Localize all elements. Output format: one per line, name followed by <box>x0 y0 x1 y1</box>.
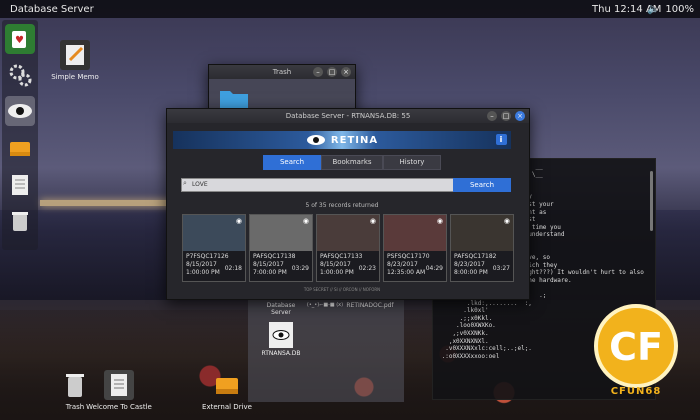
result-duration: 04:29 <box>425 265 443 272</box>
result-time: 12:35:00 AM <box>387 269 426 276</box>
desktop-icon-label: Trash <box>65 403 85 411</box>
search-button[interactable]: Search <box>453 178 511 192</box>
view-icon[interactable]: ◉ <box>370 217 376 225</box>
settings-gears-icon[interactable] <box>5 60 35 90</box>
svg-text:CF: CF <box>609 325 663 369</box>
battery-level: 100% <box>665 3 694 15</box>
document-icon <box>104 370 134 400</box>
view-icon[interactable]: ◉ <box>437 217 443 225</box>
external-drive-icon <box>212 370 242 400</box>
eye-icon[interactable] <box>5 96 35 126</box>
result-duration: 02:18 <box>224 265 242 272</box>
result-card[interactable]: ◉ PSFSQC17170 8/23/2017 12:35:00 AM 04:29 <box>383 214 447 282</box>
desktop-icon-label: Welcome To Castle <box>86 403 152 411</box>
result-time: 8:00:00 PM <box>454 269 488 276</box>
minimize-icon[interactable]: – <box>487 111 497 121</box>
classification-footer: TOP SECRET // SI // ORCON // NOFORN <box>303 287 381 292</box>
result-id: PAFSQC17182 <box>454 253 497 260</box>
window-title: Trash <box>272 68 292 76</box>
notes-icon[interactable] <box>5 170 35 200</box>
search-input[interactable]: LOVE <box>181 178 457 192</box>
eye-logo-icon <box>306 135 325 145</box>
result-date: 8/15/2017 <box>253 261 284 268</box>
retina-window[interactable]: Database Server - RTNANSA.DB: 55 – □ × RET… <box>166 108 530 300</box>
tab-bar: Search Bookmarks History <box>263 155 441 170</box>
result-duration: 03:27 <box>492 265 510 272</box>
search-icon: ⌕ <box>183 179 187 187</box>
drive-icon[interactable] <box>5 134 35 164</box>
close-icon[interactable]: × <box>341 67 351 77</box>
result-date: 8/15/2017 <box>186 261 217 268</box>
result-duration: 02:23 <box>358 265 376 272</box>
maximize-icon[interactable]: □ <box>327 67 337 77</box>
result-date: 8/15/2017 <box>320 261 351 268</box>
trash-icon[interactable] <box>5 206 35 236</box>
view-icon[interactable]: ◉ <box>303 217 309 225</box>
window-title: Database Server - RTNANSA.DB: 55 <box>285 112 411 120</box>
result-card[interactable]: ◉ PAFSQC17138 8/15/2017 7:00:00 PM 03:29 <box>249 214 313 282</box>
result-id: PSFSQC17170 <box>387 253 430 260</box>
view-icon[interactable]: ◉ <box>504 217 510 225</box>
desktop-icon-label: External Drive <box>202 403 252 411</box>
view-icon[interactable]: ◉ <box>236 217 242 225</box>
watermark-logo: CF CFUN68 <box>582 300 690 400</box>
top-bar: Database Server Thu 12:14 AM 🔈 100% <box>0 0 700 18</box>
desktop-icon-simple-memo[interactable]: Simple Memo <box>40 40 110 81</box>
result-duration: 03:29 <box>291 265 309 272</box>
result-card[interactable]: ◉ PAFSQC17133 8/15/2017 1:00:00 PM 02:23 <box>316 214 380 282</box>
brand-name: RETINA <box>330 134 379 146</box>
active-app-name[interactable]: Database Server <box>10 4 94 15</box>
trash-window-titlebar[interactable]: Trash – □ × <box>209 65 355 79</box>
terminal-scrollbar[interactable] <box>650 171 653 231</box>
tab-history[interactable]: History <box>383 155 441 170</box>
logo-text: CFUN68 <box>610 386 662 397</box>
volume-icon: 🔈 <box>646 3 660 15</box>
file-item[interactable]: RTNANSA.DB <box>256 322 306 357</box>
minimize-icon[interactable]: – <box>313 67 323 77</box>
svg-text:♥: ♥ <box>15 35 24 46</box>
status-area[interactable]: 🔈 100% <box>647 4 694 15</box>
maximize-icon[interactable]: □ <box>501 111 511 121</box>
result-card[interactable]: ◉ PAFSQC17182 8/23/2017 8:00:00 PM 03:27 <box>450 214 514 282</box>
info-button[interactable]: i <box>496 134 507 145</box>
result-id: P7FSQC17126 <box>186 253 229 260</box>
result-card[interactable]: ◉ P7FSQC17126 8/15/2017 1:00:00 PM 02:18 <box>182 214 246 282</box>
eye-icon <box>269 322 293 348</box>
result-id: PAFSQC17138 <box>253 253 296 260</box>
close-icon[interactable]: × <box>515 111 525 121</box>
result-date: 8/23/2017 <box>387 261 418 268</box>
tab-search[interactable]: Search <box>263 155 321 170</box>
records-count: 5 of 35 records returned <box>305 202 379 209</box>
desktop-icon-label: Simple Memo <box>51 73 99 81</box>
result-time: 1:00:00 PM <box>186 269 220 276</box>
desktop-icon-welcome[interactable]: Welcome To Castle <box>84 370 154 411</box>
retina-window-titlebar[interactable]: Database Server - RTNANSA.DB: 55 – □ × <box>167 109 529 123</box>
dock: ♥ <box>2 20 38 250</box>
solitaire-icon[interactable]: ♥ <box>5 24 35 54</box>
result-date: 8/23/2017 <box>454 261 485 268</box>
tab-bookmarks[interactable]: Bookmarks <box>321 155 383 170</box>
result-id: PAFSQC17133 <box>320 253 363 260</box>
result-time: 7:00:00 PM <box>253 269 287 276</box>
retina-banner: RETINA i <box>173 131 511 149</box>
result-time: 1:00:00 PM <box>320 269 354 276</box>
memo-icon <box>60 40 90 70</box>
results-list: ◉ P7FSQC17126 8/15/2017 1:00:00 PM 02:18 ◉ PAF… <box>182 214 514 282</box>
